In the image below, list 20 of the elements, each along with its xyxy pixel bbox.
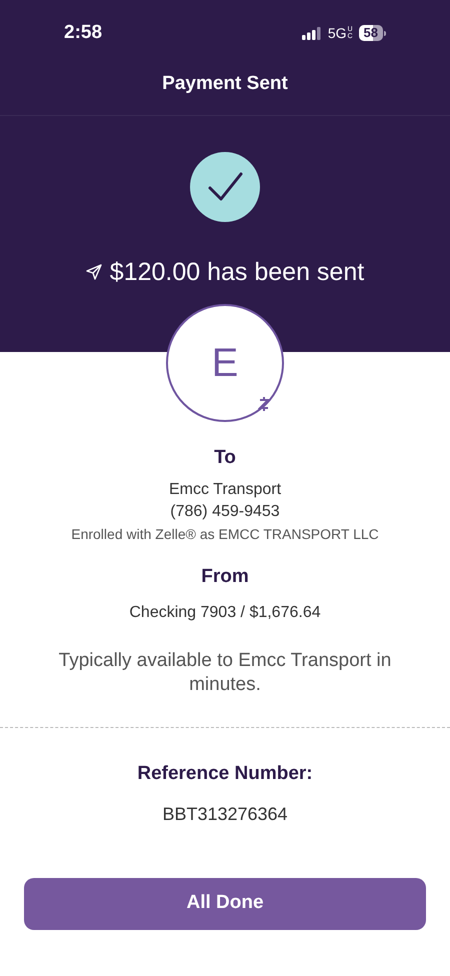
availability-note: Typically available to Emcc Transport in minutes. xyxy=(58,649,392,697)
to-heading: To xyxy=(214,446,236,470)
all-done-button[interactable]: All Done xyxy=(24,878,426,930)
from-heading: From xyxy=(201,564,249,588)
reference-label: Reference Number: xyxy=(137,762,313,786)
battery-level: 58 xyxy=(358,25,383,41)
amount-message: $120.00 has been sent xyxy=(110,256,364,288)
checkmark-icon xyxy=(190,152,260,222)
network-label: 5G xyxy=(328,24,347,42)
zelle-logo-icon xyxy=(258,396,270,412)
source-account: Checking 7903 / $1,676.64 xyxy=(129,603,321,623)
avatar-initial: E xyxy=(212,343,238,383)
enrolled-note: Enrolled with Zelle® as EMCC TRANSPORT LLC xyxy=(71,524,379,544)
payee-phone: (786) 459-9453 xyxy=(170,502,280,522)
signal-icon xyxy=(302,26,322,40)
payee-name: Emcc Transport xyxy=(168,480,282,500)
paper-plane-icon xyxy=(86,264,102,280)
reference-number: BBT313276364 xyxy=(162,802,288,826)
screen-title: Payment Sent xyxy=(162,72,288,96)
status-time: 2:58 xyxy=(64,20,102,45)
